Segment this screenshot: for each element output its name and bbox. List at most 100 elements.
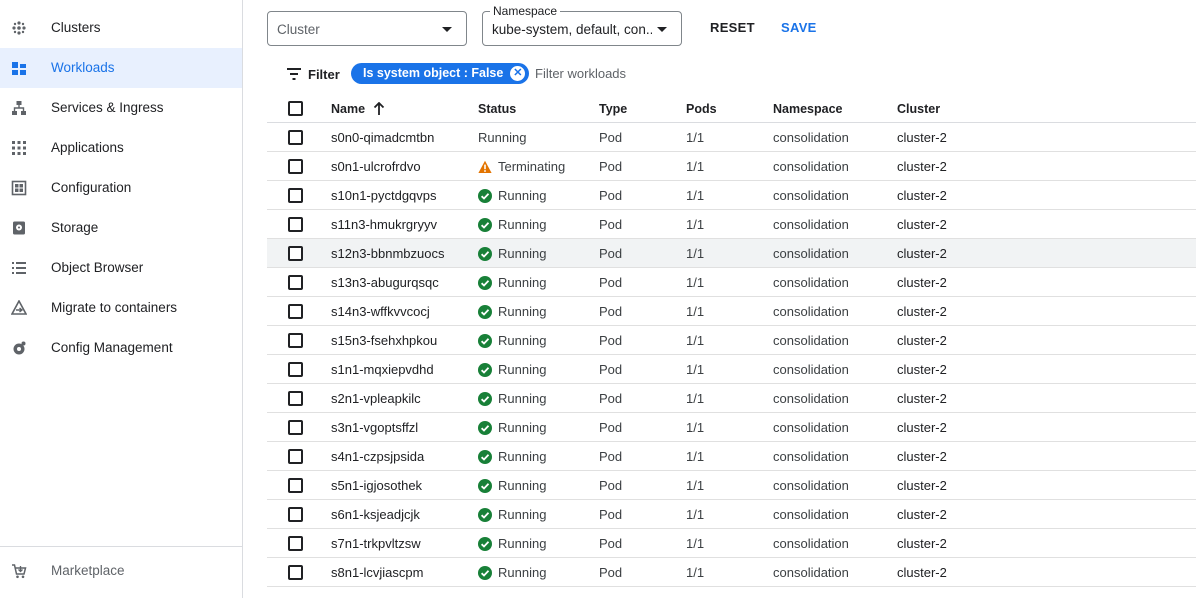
check-circle-icon: [478, 392, 492, 406]
row-checkbox[interactable]: [288, 449, 303, 464]
workload-pods: 1/1: [686, 130, 705, 145]
workload-namespace: consolidation: [773, 536, 849, 551]
row-checkbox[interactable]: [288, 536, 303, 551]
table-row[interactable]: s6n1-ksjeadjcjk Running Pod 1/1 consolidatio…: [267, 500, 1196, 529]
workload-status-label: Running: [498, 391, 547, 406]
workload-pods: 1/1: [686, 188, 705, 203]
row-checkbox[interactable]: [288, 507, 303, 522]
check-circle-icon: [478, 189, 492, 203]
workloads-icon: [12, 62, 26, 75]
remove-chip-icon[interactable]: ✕: [510, 66, 526, 81]
workload-pods: 1/1: [686, 536, 705, 551]
sidebar-divider: [0, 546, 242, 547]
workload-name[interactable]: s2n1-vpleapkilc: [331, 391, 421, 407]
workload-namespace: consolidation: [773, 449, 849, 464]
sidebar-item-applications[interactable]: Applications: [0, 128, 242, 168]
cluster-select[interactable]: Cluster: [267, 11, 467, 46]
workload-type: Pod: [599, 420, 623, 435]
filter-workloads-input[interactable]: Filter workloads: [535, 66, 626, 82]
row-checkbox[interactable]: [288, 217, 303, 232]
workload-name[interactable]: s6n1-ksjeadjcjk: [331, 507, 420, 523]
workload-name[interactable]: s12n3-bbnmbzuocs: [331, 246, 444, 262]
table-row[interactable]: s0n0-qimadcmtbn Running Pod 1/1 consolidatio…: [267, 123, 1196, 152]
table-row[interactable]: s4n1-czpsjpsida Running Pod 1/1 consolidatio…: [267, 442, 1196, 471]
table-row[interactable]: s7n1-trkpvltzsw Running Pod 1/1 consolidatio…: [267, 529, 1196, 558]
workload-name[interactable]: s10n1-pyctdgqvps: [331, 188, 437, 204]
workload-name[interactable]: s4n1-czpsjpsida: [331, 449, 424, 465]
sidebar-item-configuration[interactable]: Configuration: [0, 168, 242, 208]
sidebar-item-services-ingress[interactable]: Services & Ingress: [0, 88, 242, 128]
workload-status-label: Running: [478, 130, 527, 145]
namespace-select[interactable]: Namespace kube-system, default, con...: [482, 4, 682, 46]
workload-cluster: cluster-2: [897, 333, 947, 348]
row-checkbox[interactable]: [288, 565, 303, 580]
row-checkbox[interactable]: [288, 362, 303, 377]
column-header-status[interactable]: Status: [478, 101, 516, 117]
workload-status-label: Running: [498, 507, 547, 522]
row-checkbox[interactable]: [288, 478, 303, 493]
object-browser-icon: [12, 262, 26, 274]
table-row[interactable]: s0n1-ulcrofrdvo Terminating Pod 1/1 consolid…: [267, 152, 1196, 181]
workload-type: Pod: [599, 333, 623, 348]
table-row[interactable]: s11n3-hmukrgryyv Running Pod 1/1 consolidati…: [267, 210, 1196, 239]
row-checkbox[interactable]: [288, 275, 303, 290]
check-circle-icon: [478, 479, 492, 493]
workload-name[interactable]: s14n3-wffkvvcocj: [331, 304, 430, 320]
workload-name[interactable]: s7n1-trkpvltzsw: [331, 536, 421, 552]
table-row[interactable]: s10n1-pyctdgqvps Running Pod 1/1 consolidati…: [267, 181, 1196, 210]
sidebar-item-object-browser[interactable]: Object Browser: [0, 248, 242, 288]
workload-name[interactable]: s3n1-vgoptsffzl: [331, 420, 418, 436]
storage-icon: [13, 221, 25, 235]
row-checkbox[interactable]: [288, 188, 303, 203]
column-header-cluster[interactable]: Cluster: [897, 101, 940, 117]
workload-name[interactable]: s15n3-fsehxhpkou: [331, 333, 437, 349]
workload-namespace: consolidation: [773, 275, 849, 290]
table-row[interactable]: s3n1-vgoptsffzl Running Pod 1/1 consolidatio…: [267, 413, 1196, 442]
arrow-up-icon: [373, 102, 385, 115]
workload-name[interactable]: s0n1-ulcrofrdvo: [331, 159, 421, 175]
table-row[interactable]: s13n3-abugurqsqc Running Pod 1/1 consolidati…: [267, 268, 1196, 297]
check-circle-icon: [478, 537, 492, 551]
row-checkbox[interactable]: [288, 159, 303, 174]
workload-status-label: Running: [498, 275, 547, 290]
table-row[interactable]: s1n1-mqxiepvdhd Running Pod 1/1 consolidatio…: [267, 355, 1196, 384]
sidebar-item-workloads[interactable]: Workloads: [0, 48, 242, 88]
sidebar-item-marketplace[interactable]: Marketplace: [0, 551, 242, 591]
filter-button[interactable]: Filter: [287, 66, 340, 82]
row-checkbox[interactable]: [288, 304, 303, 319]
workload-name[interactable]: s11n3-hmukrgryyv: [331, 217, 437, 233]
row-checkbox[interactable]: [288, 391, 303, 406]
workload-name[interactable]: s13n3-abugurqsqc: [331, 275, 439, 291]
workload-pods: 1/1: [686, 362, 705, 377]
save-button[interactable]: SAVE: [781, 20, 817, 36]
workload-name[interactable]: s8n1-lcvjiascpm: [331, 565, 423, 581]
select-all-checkbox[interactable]: [288, 101, 303, 116]
table-row[interactable]: s2n1-vpleapkilc Running Pod 1/1 consolidatio…: [267, 384, 1196, 413]
workload-name[interactable]: s1n1-mqxiepvdhd: [331, 362, 434, 378]
table-row[interactable]: s12n3-bbnmbzuocs Running Pod 1/1 consolidati…: [267, 239, 1196, 268]
table-row[interactable]: s5n1-igjosothek Running Pod 1/1 consolidatio…: [267, 471, 1196, 500]
workload-status: Running: [478, 478, 546, 494]
column-header-pods[interactable]: Pods: [686, 101, 717, 117]
sidebar-item-migrate-to-containers[interactable]: Migrate to containers: [0, 288, 242, 328]
row-checkbox[interactable]: [288, 420, 303, 435]
column-header-type[interactable]: Type: [599, 101, 627, 117]
column-header-namespace[interactable]: Namespace: [773, 101, 843, 117]
table-row[interactable]: s8n1-lcvjiascpm Running Pod 1/1 consolidatio…: [267, 558, 1196, 587]
workload-type: Pod: [599, 362, 623, 377]
row-checkbox[interactable]: [288, 333, 303, 348]
row-checkbox[interactable]: [288, 130, 303, 145]
sidebar-item-storage[interactable]: Storage: [0, 208, 242, 248]
workload-status: Running: [478, 304, 546, 320]
row-checkbox[interactable]: [288, 246, 303, 261]
workload-name[interactable]: s0n0-qimadcmtbn: [331, 130, 434, 146]
sidebar-item-config-management[interactable]: Config Management: [0, 328, 242, 368]
column-header-name[interactable]: Name: [331, 101, 385, 117]
filter-bar: Filter Is system object : False ✕ Filter…: [267, 58, 1196, 90]
sidebar-item-clusters[interactable]: Clusters: [0, 8, 242, 48]
reset-button[interactable]: RESET: [710, 20, 755, 36]
table-row[interactable]: s15n3-fsehxhpkou Running Pod 1/1 consolidati…: [267, 326, 1196, 355]
workload-name[interactable]: s5n1-igjosothek: [331, 478, 422, 494]
filter-chip[interactable]: Is system object : False ✕: [351, 63, 530, 84]
table-row[interactable]: s14n3-wffkvvcocj Running Pod 1/1 consolidati…: [267, 297, 1196, 326]
